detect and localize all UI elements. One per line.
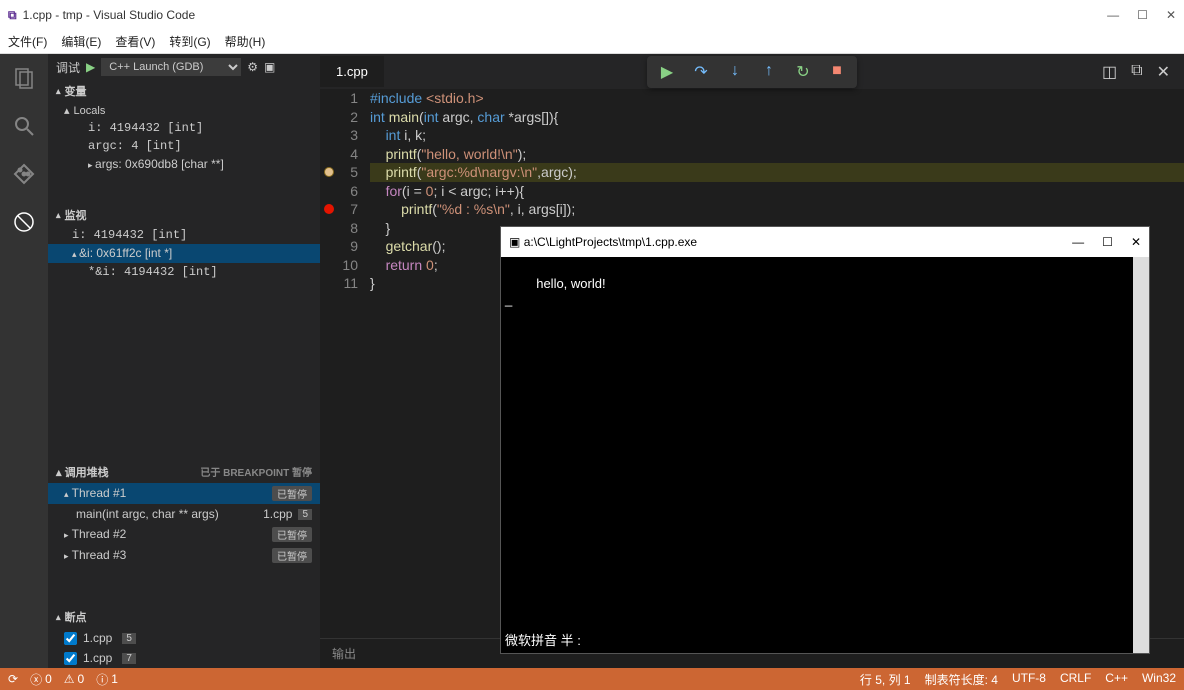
watch-item[interactable]: ▴ &i: 0x61ff2c [int *] bbox=[48, 244, 320, 263]
cursor-position[interactable]: 行 5, 列 1 bbox=[860, 671, 911, 688]
var-argc[interactable]: argc: 4 [int] bbox=[48, 137, 320, 155]
git-icon[interactable] bbox=[10, 160, 38, 188]
continue-button[interactable]: ▶ bbox=[659, 62, 675, 82]
split-editor-icon[interactable]: ◫ bbox=[1102, 62, 1117, 82]
console-minimize[interactable]: — bbox=[1072, 235, 1084, 249]
settings-icon[interactable]: ⚙ bbox=[247, 60, 258, 74]
errors-count[interactable]: ⓧ 0 bbox=[30, 671, 52, 688]
stop-button[interactable]: ■ bbox=[829, 62, 845, 82]
explorer-icon[interactable] bbox=[10, 64, 38, 92]
console-maximize[interactable]: ☐ bbox=[1102, 235, 1113, 249]
console-scrollbar[interactable] bbox=[1133, 257, 1149, 653]
ime-status: 微软拼音 半 : bbox=[505, 630, 581, 649]
watch-item[interactable]: i: 4194432 [int] bbox=[48, 226, 320, 244]
start-debug-button[interactable]: ▶ bbox=[86, 60, 95, 74]
search-icon[interactable] bbox=[10, 112, 38, 140]
debug-toolbar: ▶ ↷ ↓ ↑ ↻ ■ bbox=[647, 56, 857, 88]
console-title: a:\C\LightProjects\tmp\1.cpp.exe bbox=[524, 235, 697, 249]
callstack-header[interactable]: ▴ 调用堆栈已于 BREAKPOINT 暂停 bbox=[48, 461, 320, 483]
close-all-icon[interactable]: ✕ bbox=[1157, 62, 1170, 82]
warnings-count[interactable]: ⚠ 0 bbox=[64, 672, 84, 686]
thread-row[interactable]: ▸ Thread #3已暂停 bbox=[48, 545, 320, 566]
console-output[interactable]: hello, world! _ 微软拼音 半 : bbox=[501, 257, 1149, 653]
breakpoints-header[interactable]: ▴断点 bbox=[48, 606, 320, 628]
breakpoint-item[interactable]: 1.cpp7 bbox=[48, 648, 320, 668]
eol[interactable]: CRLF bbox=[1060, 671, 1091, 688]
console-titlebar: ▣ a:\C\LightProjects\tmp\1.cpp.exe — ☐ ✕ bbox=[501, 227, 1149, 257]
step-into-button[interactable]: ↓ bbox=[727, 62, 743, 82]
console-icon[interactable]: ▣ bbox=[264, 60, 275, 74]
minimize-button[interactable]: — bbox=[1107, 8, 1119, 22]
watch-header[interactable]: ▴监视 bbox=[48, 204, 320, 226]
more-icon[interactable]: ⧉ bbox=[1131, 62, 1142, 82]
thread-row[interactable]: ▸ Thread #2已暂停 bbox=[48, 524, 320, 545]
vscode-icon: ⧉ bbox=[8, 8, 17, 23]
var-args[interactable]: ▸ args: 0x690db8 [char **] bbox=[48, 155, 320, 174]
menu-help[interactable]: 帮助(H) bbox=[225, 33, 266, 50]
var-i[interactable]: i: 4194432 [int] bbox=[48, 119, 320, 137]
step-out-button[interactable]: ↑ bbox=[761, 62, 777, 82]
console-window: ▣ a:\C\LightProjects\tmp\1.cpp.exe — ☐ ✕… bbox=[500, 226, 1150, 654]
restart-button[interactable]: ↻ bbox=[795, 62, 811, 82]
menu-goto[interactable]: 转到(G) bbox=[169, 33, 210, 50]
console-app-icon: ▣ bbox=[509, 235, 520, 249]
launch-config-select[interactable]: C++ Launch (GDB) bbox=[101, 58, 241, 76]
os-indicator[interactable]: Win32 bbox=[1142, 671, 1176, 688]
thread-row[interactable]: ▴ Thread #1已暂停 bbox=[48, 483, 320, 504]
tab-1cpp[interactable]: 1.cpp bbox=[320, 56, 384, 87]
close-button[interactable]: ✕ bbox=[1166, 8, 1176, 22]
info-count[interactable]: ⓘ 1 bbox=[96, 671, 118, 688]
status-bar: ⟳ ⓧ 0 ⚠ 0 ⓘ 1 行 5, 列 1 制表符长度: 4 UTF-8 CR… bbox=[0, 668, 1184, 690]
language-mode[interactable]: C++ bbox=[1105, 671, 1128, 688]
menu-edit[interactable]: 编辑(E) bbox=[61, 33, 101, 50]
variables-header[interactable]: ▴变量 bbox=[48, 80, 320, 102]
watch-item[interactable]: *&i: 4194432 [int] bbox=[48, 263, 320, 281]
activity-bar bbox=[0, 54, 48, 668]
stack-frame[interactable]: main(int argc, char ** args)1.cpp5 bbox=[48, 504, 320, 524]
sync-icon[interactable]: ⟳ bbox=[8, 672, 18, 686]
menu-view[interactable]: 查看(V) bbox=[115, 33, 155, 50]
tab-size[interactable]: 制表符长度: 4 bbox=[925, 671, 998, 688]
encoding[interactable]: UTF-8 bbox=[1012, 671, 1046, 688]
breakpoint-item[interactable]: 1.cpp5 bbox=[48, 628, 320, 648]
bp-checkbox[interactable] bbox=[64, 632, 77, 645]
menu-file[interactable]: 文件(F) bbox=[8, 33, 47, 50]
debug-label: 调试 bbox=[56, 59, 80, 76]
window-titlebar: ⧉ 1.cpp - tmp - Visual Studio Code — ☐ ✕ bbox=[0, 0, 1184, 30]
debug-sidebar: 调试 ▶ C++ Launch (GDB) ⚙ ▣ ▴变量 ▴Locals i:… bbox=[48, 54, 320, 668]
menu-bar: 文件(F) 编辑(E) 查看(V) 转到(G) 帮助(H) bbox=[0, 30, 1184, 54]
locals-header[interactable]: ▴Locals bbox=[48, 102, 320, 119]
console-close[interactable]: ✕ bbox=[1131, 235, 1141, 249]
debug-icon[interactable] bbox=[10, 208, 38, 236]
maximize-button[interactable]: ☐ bbox=[1137, 8, 1148, 22]
window-title: 1.cpp - tmp - Visual Studio Code bbox=[23, 8, 196, 22]
step-over-button[interactable]: ↷ bbox=[693, 62, 709, 82]
bp-checkbox[interactable] bbox=[64, 652, 77, 665]
